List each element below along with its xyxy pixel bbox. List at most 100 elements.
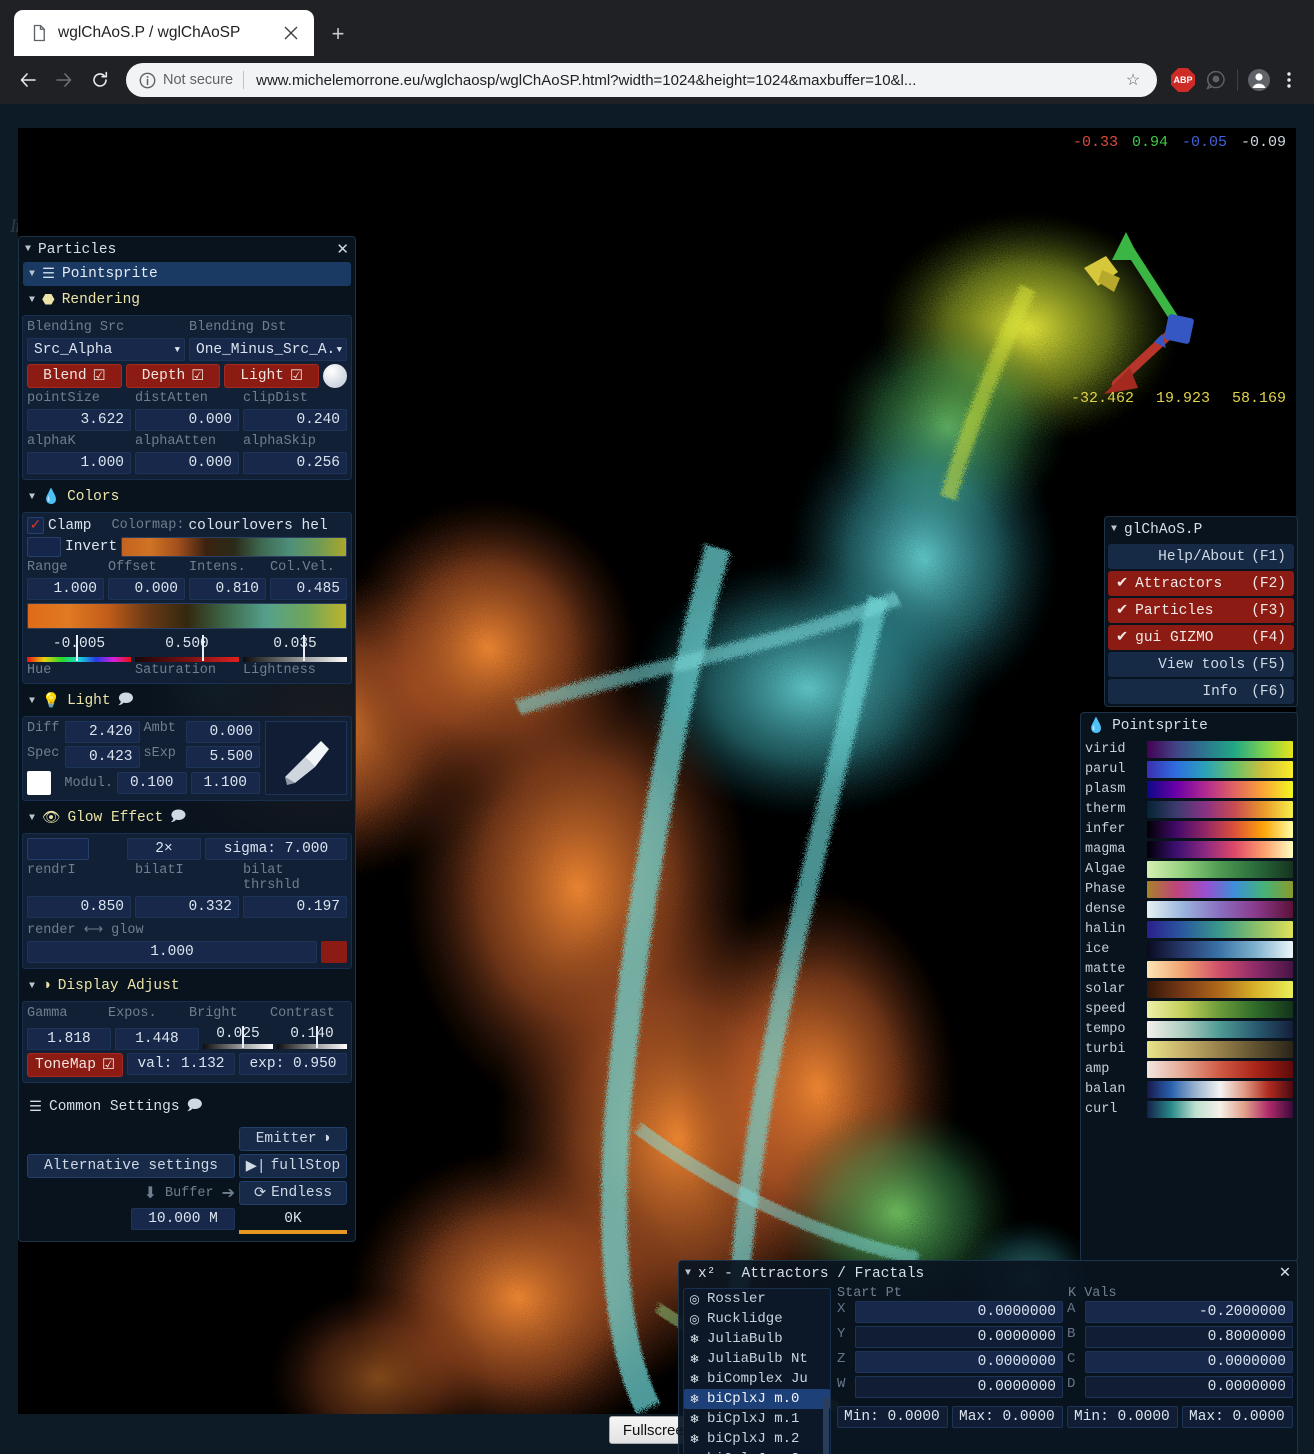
- colormap-item-parula[interactable]: parul: [1085, 761, 1293, 778]
- colormap-item-haline[interactable]: halin: [1085, 921, 1293, 938]
- attractors-panel[interactable]: ▼ x² - Attractors / Fractals ✕ ◎ Rossler ◎…: [678, 1260, 1298, 1454]
- chevron-down-icon[interactable]: ▼: [1111, 524, 1117, 535]
- kval-input-a[interactable]: -0.2000000: [1085, 1301, 1293, 1323]
- comment-icon[interactable]: 🗩: [118, 689, 134, 714]
- section-glow[interactable]: ▼ 👁 Glow Effect 🗩: [23, 806, 351, 830]
- range-input[interactable]: 1.000: [27, 578, 104, 600]
- sphere-preview-icon[interactable]: [323, 364, 348, 388]
- active-colormap-bar[interactable]: [27, 603, 347, 629]
- colormap-item-matter[interactable]: matte: [1085, 961, 1293, 978]
- colormap-item-ice[interactable]: ice: [1085, 941, 1293, 958]
- colormap-item-gradient[interactable]: [1147, 1041, 1293, 1058]
- section-colors[interactable]: ▼ 💧 Colors: [23, 485, 351, 509]
- toggle-switch-icon[interactable]: ◑: [322, 1131, 331, 1147]
- colormap-list[interactable]: virid parul plasm therm infer magma Algae Phase…: [1081, 741, 1297, 1118]
- chevron-down-icon[interactable]: ▼: [25, 244, 31, 255]
- clamp-checkbox[interactable]: ✓: [27, 517, 44, 534]
- bright-slider[interactable]: 0.025: [203, 1024, 273, 1050]
- sexp-input[interactable]: 5.500: [185, 746, 260, 768]
- expos-input[interactable]: 1.448: [115, 1028, 199, 1050]
- chevron-down-icon[interactable]: ▼: [29, 295, 35, 306]
- menu-item-info[interactable]: Info (F6): [1108, 679, 1294, 704]
- adblock-plus-icon[interactable]: ABP: [1171, 68, 1195, 92]
- bookmark-star-icon[interactable]: ☆: [1121, 70, 1145, 90]
- translate-icon[interactable]: [1201, 65, 1231, 95]
- endless-button[interactable]: ⟳ Endless: [239, 1181, 347, 1205]
- menu-item-view-tools[interactable]: View tools (F5): [1108, 652, 1294, 677]
- glow-sigma-input[interactable]: sigma: 7.000: [205, 838, 347, 860]
- attractor-list-item[interactable]: ❄ biComplex Ju: [684, 1369, 830, 1389]
- close-icon[interactable]: ✕: [336, 240, 349, 259]
- colormap-item-gradient[interactable]: [1147, 1001, 1293, 1018]
- chevron-down-icon[interactable]: ▼: [29, 813, 35, 824]
- attractor-list-item[interactable]: ❄biCplxJ m.3: [684, 1449, 830, 1454]
- forward-icon[interactable]: [46, 62, 82, 98]
- blend-toggle[interactable]: Blend ☑: [27, 364, 122, 388]
- tonemap-val-input[interactable]: val: 1.132: [127, 1053, 235, 1075]
- hue-slider[interactable]: -0.005: [27, 633, 131, 663]
- modul-min-input[interactable]: 0.100: [117, 772, 187, 794]
- colormap-item-speed[interactable]: speed: [1085, 1001, 1293, 1018]
- kvals-min[interactable]: Min: 0.0000: [1067, 1406, 1178, 1428]
- new-tab-button[interactable]: +: [324, 20, 352, 48]
- render-glow-input[interactable]: 1.000: [27, 941, 317, 963]
- url-text[interactable]: www.michelemorrone.eu/wglchaosp/wglChAoS…: [256, 72, 1121, 89]
- lightness-slider[interactable]: 0.035: [243, 633, 347, 663]
- colormap-item-gradient[interactable]: [1147, 1021, 1293, 1038]
- glow-color-swatch[interactable]: [321, 941, 347, 963]
- colormap-item-solar[interactable]: solar: [1085, 981, 1293, 998]
- attractor-list-item[interactable]: ◎ Rucklidge: [684, 1309, 830, 1329]
- colormap-item-thermal[interactable]: therm: [1085, 801, 1293, 818]
- tonemap-toggle[interactable]: ToneMap ☑: [27, 1053, 123, 1077]
- colormap-item-viridis[interactable]: virid: [1085, 741, 1293, 758]
- section-common-settings[interactable]: ☰ Common Settings 🗩: [23, 1095, 351, 1119]
- section-rendering[interactable]: ▼ ⬣ Rendering: [23, 288, 351, 312]
- checkbox-checked-icon[interactable]: ☑: [191, 368, 204, 385]
- glchaos-menu-title[interactable]: ▼ glChAoS.P: [1105, 517, 1297, 542]
- attractor-list-item[interactable]: ❄ biCplxJ m.1: [684, 1409, 830, 1429]
- colormap-item-turbid[interactable]: turbi: [1085, 1041, 1293, 1058]
- colormap-panel[interactable]: 💧 Pointsprite virid parul plasm therm infer m…: [1080, 712, 1298, 1262]
- fullstop-button[interactable]: ▶| fullStop: [239, 1154, 347, 1178]
- depth-toggle[interactable]: Depth ☑: [125, 364, 221, 388]
- colormap-item-gradient[interactable]: [1147, 861, 1293, 878]
- bilati-input[interactable]: 0.332: [135, 896, 239, 918]
- colormap-item-amp[interactable]: amp: [1085, 1061, 1293, 1078]
- spec-input[interactable]: 0.423: [65, 746, 140, 768]
- colormap-value[interactable]: colourlovers hel: [188, 518, 347, 534]
- colormap-item-balance[interactable]: balan: [1085, 1081, 1293, 1098]
- alternative-settings-button[interactable]: Alternative settings: [27, 1154, 235, 1178]
- section-pointsprite[interactable]: ▼ ☰ Pointsprite: [23, 262, 351, 286]
- info-circle-icon[interactable]: [136, 69, 158, 91]
- colormap-preview-bar[interactable]: [121, 537, 347, 557]
- contrast-slider[interactable]: 0.140: [277, 1024, 347, 1050]
- orientation-gizmo[interactable]: [1054, 208, 1244, 398]
- colormap-item-gradient[interactable]: [1147, 841, 1293, 858]
- menu-item-help-about[interactable]: Help/About (F1): [1108, 544, 1294, 569]
- colormap-item-gradient[interactable]: [1147, 761, 1293, 778]
- chevron-down-icon[interactable]: ▼: [685, 1268, 691, 1279]
- colormap-item-gradient[interactable]: [1147, 921, 1293, 938]
- distatten-input[interactable]: 0.000: [135, 409, 239, 431]
- saturation-slider[interactable]: 0.500: [135, 633, 239, 663]
- colormap-item-gradient[interactable]: [1147, 1081, 1293, 1098]
- clipdist-input[interactable]: 0.240: [243, 409, 347, 431]
- buffer-size-input[interactable]: 10.000 M: [131, 1208, 235, 1230]
- alphaskip-input[interactable]: 0.256: [243, 452, 347, 474]
- kebab-menu-icon[interactable]: [1274, 65, 1304, 95]
- colormap-item-gradient[interactable]: [1147, 881, 1293, 898]
- colormap-item-gradient[interactable]: [1147, 821, 1293, 838]
- chevron-down-icon[interactable]: ▼: [29, 696, 35, 707]
- comment-icon[interactable]: 🗩: [187, 1095, 203, 1120]
- attractors-panel-title[interactable]: ▼ x² - Attractors / Fractals ✕: [679, 1261, 1297, 1286]
- section-display-adjust[interactable]: ▼ ◑ Display Adjust: [23, 974, 351, 998]
- light-color-swatch[interactable]: [27, 771, 51, 795]
- offset-input[interactable]: 0.000: [108, 578, 185, 600]
- rendri-input[interactable]: 0.850: [27, 896, 131, 918]
- browser-tab[interactable]: wglChAoS.P / wglChAoSP: [14, 10, 314, 56]
- colormap-item-magma[interactable]: magma: [1085, 841, 1293, 858]
- light-direction-gizmo[interactable]: [265, 721, 347, 795]
- diff-input[interactable]: 2.420: [65, 721, 140, 743]
- colormap-item-gradient[interactable]: [1147, 781, 1293, 798]
- address-bar[interactable]: Not secure www.michelemorrone.eu/wglchao…: [126, 63, 1157, 97]
